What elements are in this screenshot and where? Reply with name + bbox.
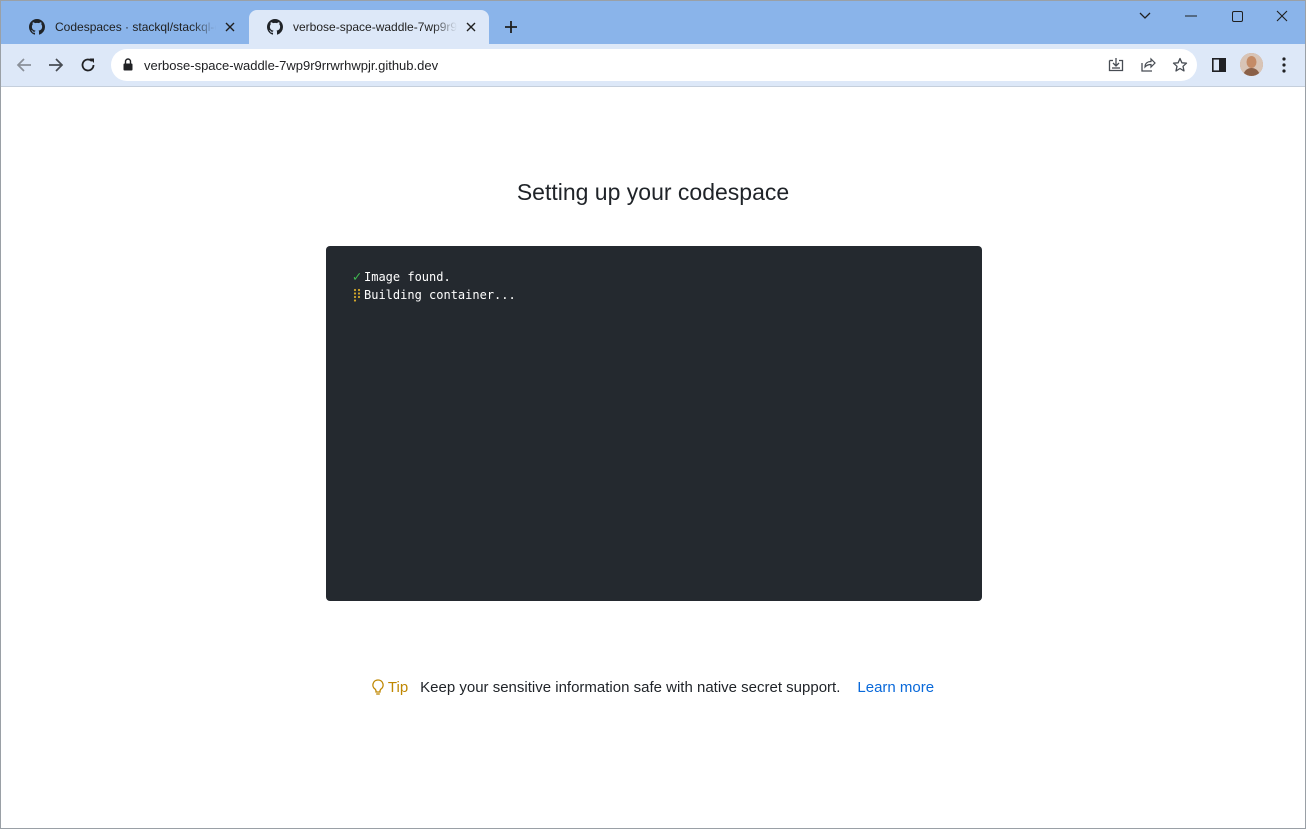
tip-banner: Tip Keep your sensitive information safe… bbox=[1, 679, 1305, 700]
tab-title: Codespaces · stackql/stackql-codespaces bbox=[55, 20, 216, 34]
browser-menu-button[interactable] bbox=[1274, 55, 1294, 75]
tab-codespace-editor[interactable]: verbose-space-waddle-7wp9r9rrwrhwpjr bbox=[249, 10, 489, 44]
plus-icon bbox=[505, 21, 517, 33]
back-button[interactable] bbox=[12, 53, 36, 77]
log-text: Building container... bbox=[364, 288, 516, 302]
tab-strip: Codespaces · stackql/stackql-codespaces … bbox=[1, 1, 1305, 44]
minimize-icon bbox=[1185, 15, 1197, 17]
profile-avatar[interactable] bbox=[1240, 53, 1263, 76]
close-tab-icon[interactable] bbox=[463, 19, 479, 35]
log-line: Building container... bbox=[350, 288, 516, 302]
star-icon bbox=[1172, 57, 1188, 72]
bookmark-button[interactable] bbox=[1171, 56, 1189, 74]
github-icon bbox=[267, 19, 283, 35]
page-content: Setting up your codespace ✓ Image found. … bbox=[1, 87, 1305, 828]
setup-log-terminal: ✓ Image found. Building container... bbox=[326, 246, 982, 601]
tip-label: Tip bbox=[387, 679, 409, 696]
log-text: Image found. bbox=[364, 270, 451, 284]
tab-codespaces[interactable]: Codespaces · stackql/stackql-codespaces bbox=[11, 10, 248, 44]
page-title: Setting up your codespace bbox=[516, 179, 790, 205]
tip-message: Keep your sensitive information safe wit… bbox=[420, 679, 841, 696]
tab-search-button[interactable] bbox=[1133, 7, 1157, 25]
github-icon bbox=[29, 19, 45, 35]
close-window-button[interactable] bbox=[1270, 7, 1294, 25]
learn-more-link[interactable]: Learn more bbox=[857, 679, 934, 696]
log-line: ✓ Image found. bbox=[350, 269, 451, 285]
spinner-icon bbox=[350, 288, 364, 302]
tab-title: verbose-space-waddle-7wp9r9rrwrhwpjr bbox=[293, 20, 457, 34]
lock-icon[interactable] bbox=[123, 58, 133, 71]
close-tab-icon[interactable] bbox=[222, 19, 238, 35]
side-panel-icon bbox=[1212, 58, 1226, 72]
chevron-down-icon bbox=[1139, 12, 1151, 19]
arrow-right-icon bbox=[49, 58, 64, 72]
browser-window: Codespaces · stackql/stackql-codespaces … bbox=[0, 0, 1306, 829]
reload-button[interactable] bbox=[76, 53, 100, 77]
arrow-left-icon bbox=[16, 58, 31, 72]
reload-icon bbox=[81, 58, 95, 72]
address-bar[interactable]: verbose-space-waddle-7wp9r9rrwrhwpjr.git… bbox=[111, 49, 1197, 81]
light-bulb-icon bbox=[372, 679, 384, 696]
minimize-button[interactable] bbox=[1179, 7, 1203, 25]
checkmark-icon: ✓ bbox=[352, 269, 362, 285]
install-icon bbox=[1108, 58, 1124, 72]
maximize-button[interactable] bbox=[1225, 7, 1249, 25]
profile-photo-icon bbox=[1240, 53, 1263, 76]
new-tab-button[interactable] bbox=[500, 16, 522, 38]
close-icon bbox=[1276, 10, 1288, 22]
share-icon bbox=[1141, 57, 1156, 72]
url-text[interactable]: verbose-space-waddle-7wp9r9rrwrhwpjr.git… bbox=[144, 58, 438, 73]
browser-toolbar: verbose-space-waddle-7wp9r9rrwrhwpjr.git… bbox=[1, 44, 1305, 87]
more-vertical-icon bbox=[1282, 57, 1286, 73]
forward-button[interactable] bbox=[44, 53, 68, 77]
install-app-button[interactable] bbox=[1107, 56, 1125, 74]
side-panel-button[interactable] bbox=[1209, 55, 1229, 75]
maximize-icon bbox=[1231, 10, 1243, 22]
share-button[interactable] bbox=[1139, 56, 1157, 74]
